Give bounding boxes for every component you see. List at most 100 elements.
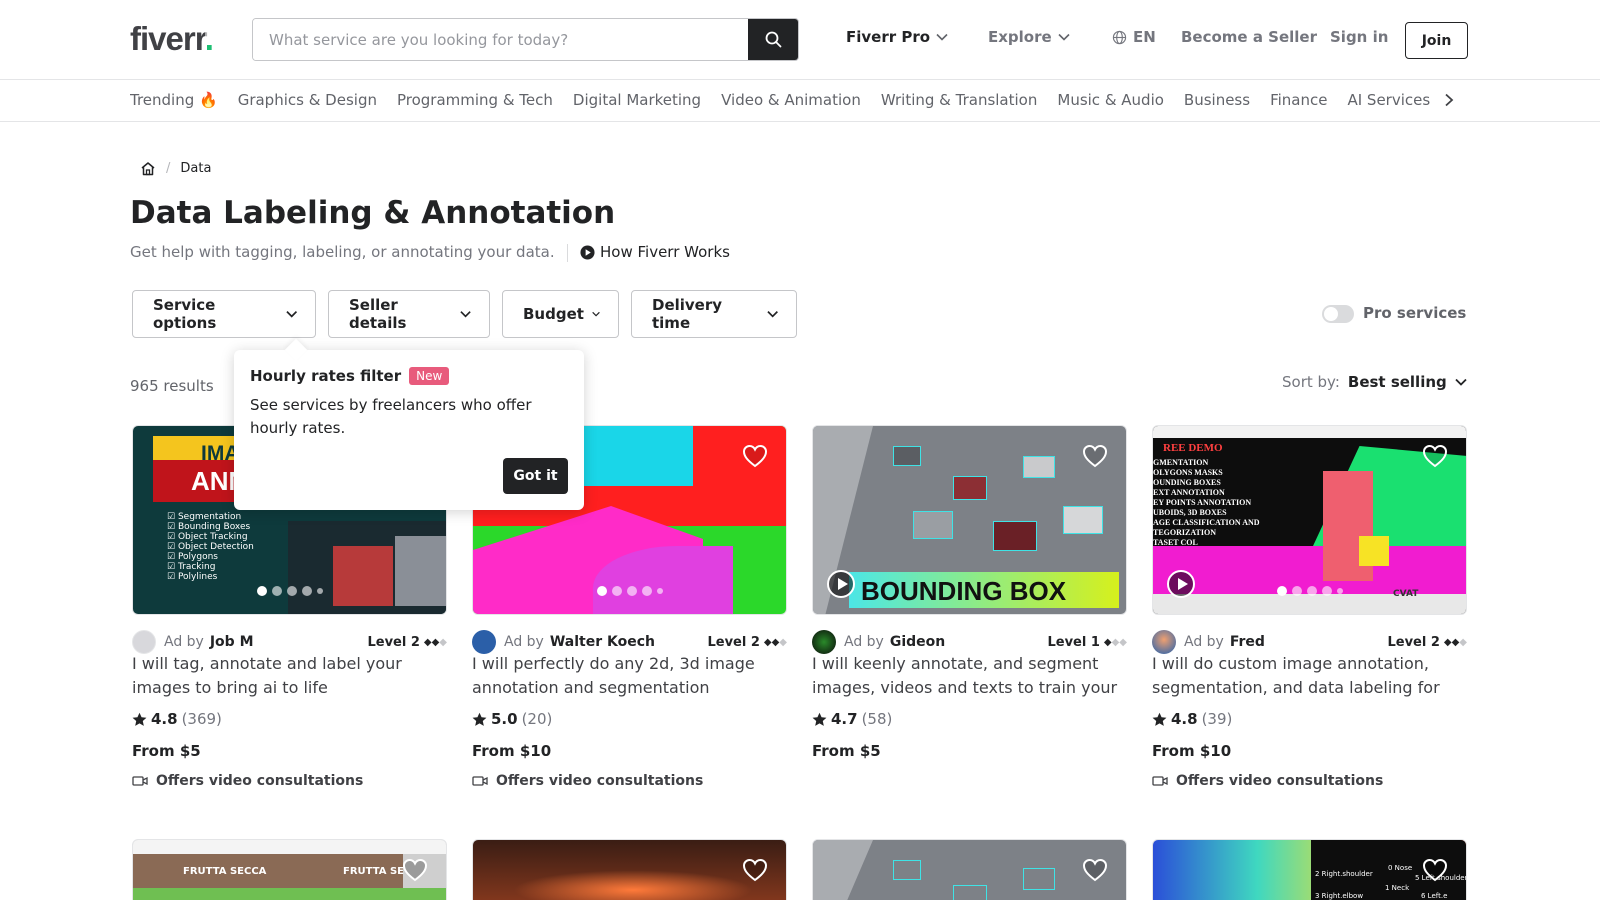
gig-price: From $10 — [1152, 742, 1232, 760]
popover-title: Hourly rates filter — [250, 367, 402, 385]
category-ai-services[interactable]: AI Services — [1347, 91, 1430, 109]
top-header: fiverr. Fiverr Pro Explore EN Become a S… — [0, 0, 1600, 80]
search-input[interactable] — [253, 19, 749, 60]
heart-icon[interactable] — [1422, 858, 1448, 882]
breadcrumb: / Data — [140, 161, 211, 176]
category-graphics-design[interactable]: Graphics & Design — [238, 91, 377, 109]
heart-icon[interactable] — [1082, 444, 1108, 468]
page-subtitle: Get help with tagging, labeling, or anno… — [130, 243, 555, 261]
play-video-icon[interactable] — [827, 570, 855, 598]
category-programming-tech[interactable]: Programming & Tech — [397, 91, 553, 109]
star-icon — [812, 712, 827, 726]
chevron-down-icon — [592, 311, 600, 317]
avatar[interactable] — [472, 630, 496, 654]
gig-title[interactable]: I will perfectly do any 2d, 3d image ann… — [472, 652, 787, 700]
heart-icon[interactable] — [742, 858, 768, 882]
level-diamonds-icon: ◆◆◆ — [1443, 636, 1467, 648]
sign-in-link[interactable]: Sign in — [1330, 28, 1388, 46]
thumb-feature-list: GMENTATION OLYGONS MASKS OUNDING BOXES E… — [1153, 458, 1260, 547]
category-list: Trending 🔥 Graphics & Design Programming &… — [130, 90, 1447, 112]
filter-budget[interactable]: Budget — [502, 290, 619, 338]
globe-icon — [1112, 30, 1127, 44]
gig-title[interactable]: I will do custom image annotation, segme… — [1152, 652, 1467, 700]
chevron-right-icon[interactable] — [1444, 93, 1454, 107]
seller-level: Level 2 ◆◆◆ — [1387, 634, 1467, 650]
gig-thumbnail[interactable]: REE DEMO GMENTATION OLYGONS MASKS OUNDIN… — [1152, 425, 1467, 615]
chevron-down-icon — [460, 311, 471, 318]
level-diamonds-icon: ◆◆◆ — [763, 636, 787, 648]
chevron-down-icon — [1058, 33, 1070, 41]
chevron-down-icon — [285, 311, 297, 318]
carousel-dots[interactable] — [1153, 586, 1466, 596]
page-title: Data Labeling & Annotation — [130, 195, 616, 231]
carousel-dots[interactable] — [133, 586, 446, 596]
seller-name[interactable]: Job M — [210, 634, 254, 650]
gig-thumbnail[interactable]: BOUNDING BOX — [812, 425, 1127, 615]
fiverr-pro-menu[interactable]: Fiverr Pro — [846, 28, 948, 46]
gig-rating: 5.0 (20) — [472, 710, 552, 728]
thumb-feature-list: ☑ Segmentation ☑ Bounding Boxes ☑ Object… — [167, 512, 254, 582]
category-video-animation[interactable]: Video & Animation — [721, 91, 861, 109]
gig-thumbnail[interactable]: 2 Right.shoulder 0 Nose 5 Left.shoulder … — [1152, 839, 1467, 900]
seller-level: Level 2 ◆◆◆ — [367, 634, 447, 650]
gig-title[interactable]: I will tag, annotate and label your imag… — [132, 652, 447, 700]
got-it-button[interactable]: Got it — [503, 458, 568, 494]
explore-menu[interactable]: Explore — [988, 28, 1070, 46]
gig-price: From $5 — [812, 742, 881, 760]
category-digital-marketing[interactable]: Digital Marketing — [573, 91, 701, 109]
results-count: 965 results — [130, 377, 214, 395]
level-diamonds-icon: ◆◆◆ — [1103, 636, 1127, 648]
filter-seller-details[interactable]: Seller details — [328, 290, 490, 338]
seller-level: Level 2 ◆◆◆ — [707, 634, 787, 650]
language-selector[interactable]: EN — [1112, 28, 1156, 46]
category-bar: Trending 🔥 Graphics & Design Programming &… — [0, 80, 1600, 122]
carousel-dots[interactable] — [473, 586, 786, 596]
search-icon — [765, 31, 781, 48]
gig-thumbnail[interactable] — [472, 839, 787, 900]
star-icon — [132, 712, 147, 726]
avatar[interactable] — [132, 630, 156, 654]
pro-services-toggle[interactable] — [1322, 305, 1354, 323]
video-consultation-note: Offers video consultations — [1152, 773, 1383, 789]
star-icon — [1152, 712, 1167, 726]
breadcrumb-current[interactable]: Data — [180, 161, 211, 176]
seller-name[interactable]: Fred — [1230, 634, 1265, 650]
category-business[interactable]: Business — [1184, 91, 1250, 109]
category-writing-translation[interactable]: Writing & Translation — [881, 91, 1038, 109]
gig-rating: 4.8 (369) — [132, 710, 222, 728]
heart-icon[interactable] — [1082, 858, 1108, 882]
become-seller-link[interactable]: Become a Seller — [1181, 28, 1317, 46]
fiverr-logo[interactable]: fiverr. — [130, 20, 214, 58]
avatar[interactable] — [1152, 630, 1176, 654]
video-consultation-note: Offers video consultations — [132, 773, 363, 789]
play-circle-icon — [580, 244, 595, 260]
chevron-down-icon — [936, 33, 948, 41]
gig-thumbnail[interactable]: FRUTTA SECCA FRUTTA SE — [132, 839, 447, 900]
level-diamonds-icon: ◆◆◆ — [423, 636, 447, 648]
category-music-audio[interactable]: Music & Audio — [1057, 91, 1164, 109]
chevron-down-icon — [1455, 378, 1467, 386]
thumb-title: REE DEMO — [1163, 442, 1223, 454]
gig-title[interactable]: I will keenly annotate, and segment imag… — [812, 652, 1127, 700]
seller-name[interactable]: Walter Koech — [550, 634, 655, 650]
heart-icon[interactable] — [742, 444, 768, 468]
chevron-down-icon — [767, 311, 778, 318]
popover-text: See services by freelancers who offer ho… — [250, 396, 532, 437]
hourly-rates-popover: Hourly rates filter New See services by … — [234, 350, 584, 510]
how-fiverr-works-link[interactable]: How Fiverr Works — [580, 243, 730, 261]
filter-service-options[interactable]: Service options — [132, 290, 316, 338]
filter-delivery-time[interactable]: Delivery time — [631, 290, 797, 338]
video-camera-icon — [1152, 776, 1168, 786]
gig-thumbnail[interactable] — [812, 839, 1127, 900]
home-icon[interactable] — [140, 161, 156, 176]
category-trending[interactable]: Trending 🔥 — [130, 91, 218, 109]
star-icon — [472, 712, 487, 726]
category-finance[interactable]: Finance — [1270, 91, 1327, 109]
avatar[interactable] — [812, 630, 836, 654]
heart-icon[interactable] — [1422, 444, 1448, 468]
heart-icon[interactable] — [402, 858, 428, 882]
sort-dropdown[interactable]: Sort by: Best selling — [1282, 373, 1467, 391]
join-button[interactable]: Join — [1405, 22, 1468, 59]
seller-name[interactable]: Gideon — [890, 634, 945, 650]
search-button[interactable] — [748, 19, 798, 60]
